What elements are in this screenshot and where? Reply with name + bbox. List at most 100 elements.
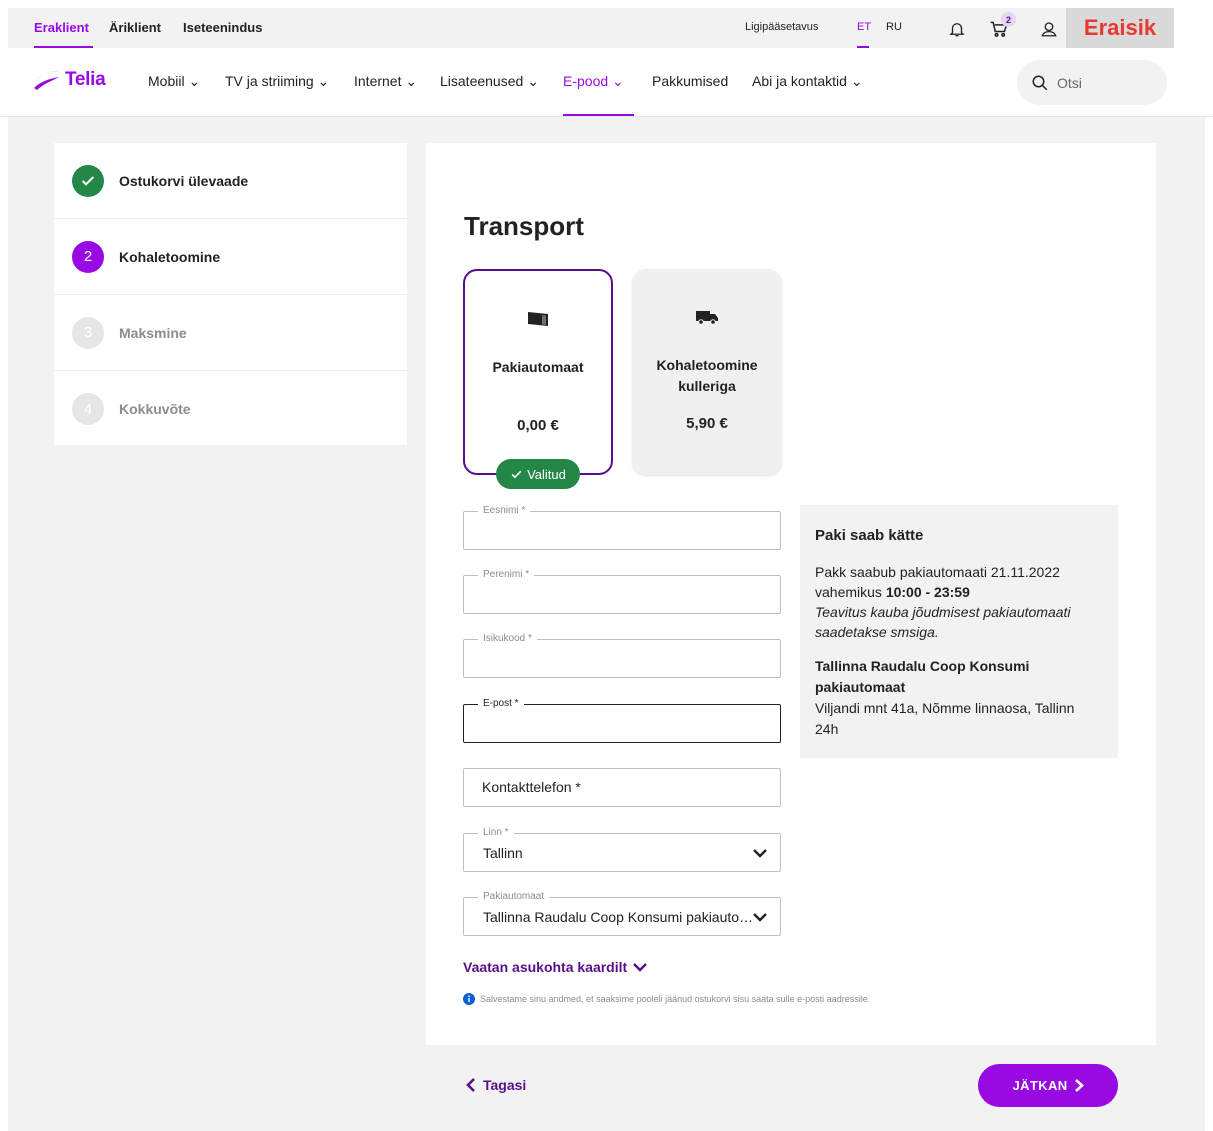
step-number: 2 [72,240,104,273]
nav-tv-ja-striiming[interactable]: TV ja striiming ⌄ [225,73,329,90]
city-select[interactable]: Linn * Tallinn [463,827,781,872]
nav-internet-label: Internet [354,73,402,89]
step-done-check-icon [72,164,104,197]
user-icon[interactable] [1038,18,1060,40]
step-kokkuvote: 4 Kokkuvõte [54,371,407,447]
notifications-icon[interactable] [946,18,968,40]
id-code-label: Isikukood * [478,633,537,645]
selected-badge-label: Valitud [527,466,566,482]
nav-mobiil[interactable]: Mobiil ⌄ [148,73,200,90]
city-label: Linn * [478,827,514,839]
chevron-down-icon [753,913,767,922]
accessibility-link[interactable]: Ligipääsetavus [745,21,818,33]
option-kulleriga[interactable]: Kohaletoomine kulleriga 5,90 € [632,269,782,475]
nav-lisateenused-label: Lisateenused [440,73,524,89]
option-pakiautomaat[interactable]: Pakiautomaat 0,00 € [463,269,613,475]
segment-eraklient-link[interactable]: Eraklient [34,20,89,35]
delivery-location: Tallinna Raudalu Coop Konsumi pakiautoma… [815,656,1103,740]
option-price: 0,00 € [517,417,559,434]
step-label: Kokkuvõte [119,401,191,417]
chevron-down-icon [753,849,767,858]
back-label: Tagasi [483,1077,527,1093]
delivery-info-box: Paki saab kätte Pakk saabub pakiautomaat… [800,505,1118,758]
location-name: Tallinna Raudalu Coop Konsumi pakiautoma… [815,658,1030,695]
chevron-right-icon [1074,1079,1084,1092]
nav-tv-label: TV ja striiming [225,73,314,89]
locker-value: Tallinna Raudalu Coop Konsumi pakiautoma… [483,909,755,925]
step-label: Kohaletoomine [119,248,221,265]
cart-count-badge: 2 [1001,12,1016,27]
chevron-down-icon: ⌄ [850,73,863,89]
email-field[interactable]: E-post * [463,698,781,743]
parcel-locker-icon [465,311,611,327]
active-nav-underline [563,114,634,116]
option-name: Kohaletoomine kulleriga [656,357,758,394]
first-name-label: Eesnimi * [478,505,531,517]
chevron-down-icon: ⌄ [527,73,539,89]
back-button[interactable]: Tagasi [465,1077,526,1093]
continue-button[interactable]: JÄTKAN [978,1064,1118,1107]
logo-text: Telia [65,69,106,90]
truck-icon [632,309,782,325]
nav-lisateenused[interactable]: Lisateenused ⌄ [440,73,539,90]
email-label: E-post * [478,698,524,710]
step-label: Ostukorvi ülevaade [119,172,249,189]
page-title: Transport [464,211,584,241]
step-number: 3 [72,316,104,349]
nav-internet[interactable]: Internet ⌄ [354,73,417,90]
step-label: Maksmine [119,324,187,341]
nav-e-pood-label: E-pood [563,73,609,89]
step-ostukorvi-ulevaade[interactable]: Ostukorvi ülevaade [54,143,407,219]
nav-mobiil-label: Mobiil [148,73,185,89]
page: Eraklient Äriklient Iseteenindus Ligipää… [0,0,1213,1131]
chevron-down-icon [633,963,648,972]
chevron-left-icon [466,1078,475,1092]
search-placeholder: Otsi [1057,74,1082,91]
phone-placeholder: Kontakttelefon * [482,779,581,795]
language-et-link[interactable]: ET [857,21,871,33]
delivery-info-heading: Paki saab kätte [815,527,924,544]
step-number: 4 [72,393,104,425]
nav-abi-label: Abi ja kontaktid [752,73,847,89]
info-icon [463,993,475,1005]
search-icon [1032,75,1048,90]
sms-notice: Teavitus kauba jõudmisest pakiautomaati … [815,604,1071,640]
language-ru-link[interactable]: RU [886,21,902,33]
city-value: Tallinn [483,845,523,861]
chevron-down-icon: ⌄ [612,73,624,89]
last-name-field[interactable]: Perenimi * [463,569,781,614]
chevron-down-icon: ⌄ [317,73,330,89]
time-window: 10:00 - 23:59 [885,584,970,600]
nav-pakkumised[interactable]: Pakkumised [652,73,728,89]
checkout-stepper: Ostukorvi ülevaade 2 Kohaletoomine 3 Mak… [54,143,407,445]
account-type-label[interactable]: Eraisik [1066,8,1174,48]
id-code-field[interactable]: Isikukood * [463,633,781,678]
data-save-note-text: Salvestame sinu andmed, et saaksime pool… [480,994,871,1004]
location-address: Viljandi mnt 41a, Nõmme linnaosa, Tallin… [815,700,1075,716]
check-icon [511,470,522,478]
delivery-arrival: Pakk saabub pakiautomaati 21.11.2022 vah… [815,562,1103,642]
selected-badge: Valitud [496,459,580,489]
first-name-field[interactable]: Eesnimi * [463,505,781,550]
last-name-label: Perenimi * [478,569,535,581]
phone-field[interactable]: Kontakttelefon * [463,768,781,807]
view-map-link[interactable]: Vaatan asukohta kaardilt [463,959,648,975]
view-map-label: Vaatan asukohta kaardilt [463,959,628,975]
continue-label: JÄTKAN [1012,1078,1068,1093]
utility-bar: Eraklient Äriklient Iseteenindus Ligipää… [8,8,1174,48]
option-name: Pakiautomaat [492,359,584,375]
telia-logo-icon [34,71,59,90]
main-navigation: Telia Mobiil ⌄ TV ja striiming ⌄ Interne… [0,48,1213,117]
nav-abi-ja-kontaktid[interactable]: Abi ja kontaktid ⌄ [752,73,863,90]
parcel-locker-select[interactable]: Pakiautomaat Tallinna Raudalu Coop Konsu… [463,891,781,936]
location-hours: 24h [815,721,839,737]
search-input[interactable]: Otsi [1017,60,1167,105]
step-maksmine: 3 Maksmine [54,295,407,371]
data-save-note: Salvestame sinu andmed, et saaksime pool… [463,993,870,1005]
nav-e-pood[interactable]: E-pood ⌄ [563,73,624,90]
chevron-down-icon: ⌄ [405,73,418,89]
segment-ariklient-link[interactable]: Äriklient [109,20,161,35]
chevron-down-icon: ⌄ [188,73,201,89]
telia-logo[interactable]: Telia [32,68,106,92]
segment-iseteenindus-link[interactable]: Iseteenindus [183,20,262,35]
